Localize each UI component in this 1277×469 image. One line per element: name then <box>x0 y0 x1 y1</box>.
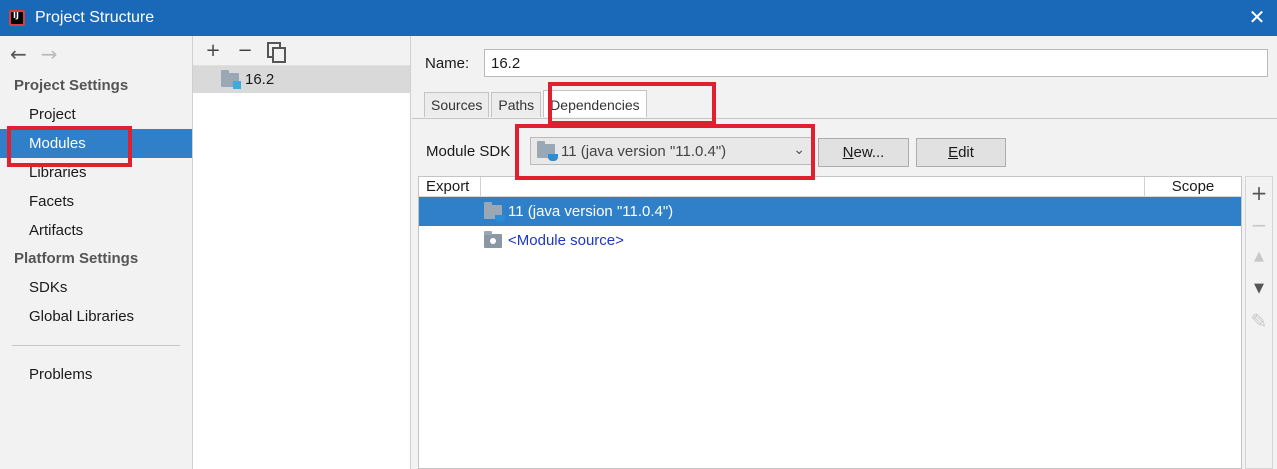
sidebar-item-artifacts[interactable]: Artifacts <box>0 216 192 245</box>
module-sdk-value: 11 (java version "11.0.4") <box>561 142 727 160</box>
name-label: Name: <box>425 55 470 72</box>
source-folder-icon <box>484 230 502 248</box>
add-dependency-icon[interactable]: + <box>1246 177 1272 209</box>
module-sdk-label: Module SDK <box>426 143 511 160</box>
sidebar-item-sdks[interactable]: SDKs <box>0 273 192 302</box>
settings-sidebar: ← → Project Settings Project Modules Lib… <box>0 36 193 469</box>
modules-toolbar: + − <box>193 36 410 66</box>
back-arrow-icon[interactable]: ← <box>10 44 27 64</box>
sidebar-item-libraries[interactable]: Libraries <box>0 158 192 187</box>
nav-arrows: ← → <box>0 36 192 72</box>
remove-icon[interactable]: − <box>235 40 255 61</box>
module-folder-icon <box>221 69 241 89</box>
platform-settings-header: Platform Settings <box>14 250 139 267</box>
sidebar-item-facets[interactable]: Facets <box>0 187 192 216</box>
tab-dependencies[interactable]: Dependencies <box>543 90 647 117</box>
edit-pencil-icon[interactable]: ✎ <box>1246 305 1272 337</box>
dependency-label: <Module source> <box>508 232 624 249</box>
add-icon[interactable]: + <box>203 40 223 61</box>
sdk-folder-icon <box>484 201 505 222</box>
close-icon[interactable]: ✕ <box>1247 7 1267 27</box>
sidebar-item-global-libraries[interactable]: Global Libraries <box>0 302 192 331</box>
module-list-item[interactable]: 16.2 <box>193 66 410 93</box>
module-sdk-dropdown[interactable]: 11 (java version "11.0.4") ⌄ <box>530 137 812 165</box>
module-editor: Name: Sources Paths Dependencies Module … <box>412 36 1277 469</box>
forward-arrow-icon[interactable]: → <box>41 44 58 64</box>
modules-list-panel: + − 16.2 <box>193 36 411 469</box>
module-name-field[interactable] <box>484 49 1268 77</box>
sdk-folder-icon <box>537 141 558 161</box>
column-header-name <box>481 177 1145 196</box>
dependencies-table: Export Scope 11 (java version "11.0.4") … <box>418 176 1242 469</box>
tab-sources[interactable]: Sources <box>424 92 490 117</box>
project-settings-header: Project Settings <box>14 77 129 94</box>
intellij-logo-icon <box>9 10 25 26</box>
sidebar-divider <box>12 345 180 346</box>
title-bar: Project Structure ✕ <box>0 0 1277 36</box>
new-sdk-button[interactable]: New... <box>818 138 909 167</box>
module-name: 16.2 <box>245 71 275 88</box>
column-header-export[interactable]: Export <box>419 177 481 196</box>
table-header: Export Scope <box>419 177 1241 197</box>
tabs-divider <box>412 118 1277 119</box>
move-down-icon[interactable]: ▼ <box>1246 273 1272 305</box>
edit-sdk-button[interactable]: Edit <box>916 138 1006 167</box>
copy-icon[interactable] <box>267 41 286 63</box>
new-button-label: New... <box>842 144 885 161</box>
move-up-icon[interactable]: ▲ <box>1246 241 1272 273</box>
sidebar-item-project[interactable]: Project <box>0 100 192 129</box>
window-title: Project Structure <box>35 9 155 26</box>
tab-paths[interactable]: Paths <box>491 92 542 117</box>
module-tabs: Sources Paths Dependencies <box>424 90 649 118</box>
remove-dependency-icon[interactable]: − <box>1246 209 1272 241</box>
sidebar-item-modules[interactable]: Modules <box>0 129 192 158</box>
sidebar-item-problems[interactable]: Problems <box>0 360 192 389</box>
table-row[interactable]: 11 (java version "11.0.4") <box>419 197 1241 226</box>
column-header-scope[interactable]: Scope <box>1145 177 1241 196</box>
chevron-down-icon: ⌄ <box>793 142 805 158</box>
table-row[interactable]: <Module source> <box>419 226 1241 255</box>
dependency-label: 11 (java version "11.0.4") <box>508 203 674 220</box>
edit-button-label: Edit <box>948 144 974 161</box>
dependencies-toolbar: + − ▲ ▼ ✎ <box>1245 176 1273 469</box>
